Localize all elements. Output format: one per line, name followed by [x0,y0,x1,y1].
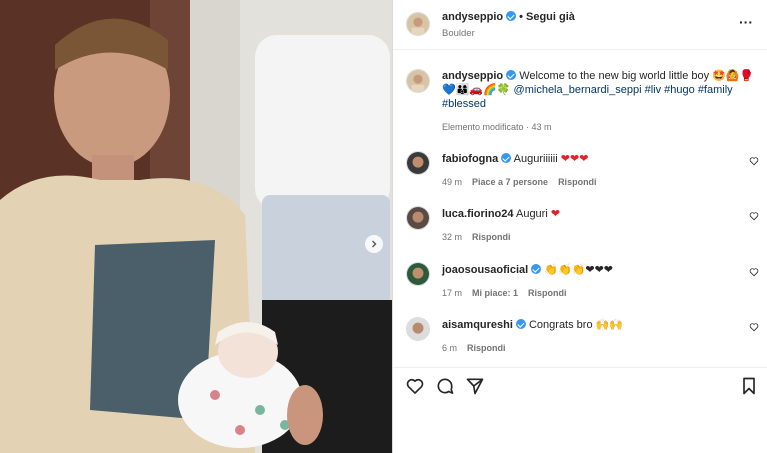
hashtag-link[interactable]: #blessed [442,98,486,110]
caption-text: Welcome to the new big world little boy [519,70,710,82]
chevron-right-icon [372,240,377,248]
comment-meta: 49 m Piace a 7 persone Rispondi [442,177,607,187]
post-actions-bar [393,367,767,453]
comment-row: fabiofogna Auguriiiiii ❤❤❤ [442,152,588,165]
verified-icon [501,153,512,163]
comment-like-heart-icon[interactable] [749,156,759,166]
comment-meta: 6 m Rispondi [442,343,516,353]
caption-avatar[interactable] [406,69,430,93]
comment-row: joaosousaoficial 👏👏👏❤❤❤ [442,263,613,276]
comment-username[interactable]: fabiofogna [442,153,498,165]
comment-time: 6 m [442,343,458,353]
comment-likes[interactable]: Mi piace: 1 [472,288,518,298]
more-options-icon[interactable]: ··· [739,14,753,30]
header-username-row: andyseppio • Segui già [442,11,575,23]
reply-button[interactable]: Rispondi [467,343,506,353]
comment-username[interactable]: aisamqureshi [442,319,513,331]
mention-link[interactable]: @michela_bernardi_seppi [514,84,642,96]
reply-button[interactable]: Rispondi [472,232,511,242]
separator-dot: • [519,11,523,23]
caption-username[interactable]: andyseppio [442,70,503,82]
photo-image [0,0,392,453]
comment-like-heart-icon[interactable] [749,211,759,221]
comment-row: aisamqureshi Congrats bro 🙌🙌 [442,318,623,331]
comment-emojis: ❤ [550,208,561,220]
heart-icon[interactable] [405,376,425,396]
comment-like-heart-icon[interactable] [749,322,759,332]
hashtag-link[interactable]: #hugo [664,84,695,96]
comment-time: 49 m [442,177,463,187]
comment-emojis: ❤❤❤ [560,153,589,165]
post-header: andyseppio • Segui già Boulder ··· [393,0,767,50]
avatar[interactable] [406,12,430,36]
comment-avatar[interactable] [406,206,430,230]
verified-icon [531,264,542,274]
comment-avatar[interactable] [406,262,430,286]
verified-icon [515,319,526,329]
bookmark-icon[interactable] [739,376,759,396]
caption-emojis: 🤩🙆🥊 [712,70,754,82]
post-photo [0,0,392,453]
comment-emojis: 🙌🙌 [595,319,624,331]
comment-avatar[interactable] [406,317,430,341]
comment-likes[interactable]: Piace a 7 persone [472,177,548,187]
post-caption: andyseppio Welcome to the new big world … [442,69,754,111]
caption-emojis-2: 💙👨‍👩‍👦🚗🌈🍀 [442,84,511,96]
comment-text: Congrats bro [528,319,593,331]
verified-icon [506,70,517,80]
post-details-panel: andyseppio • Segui già Boulder ··· andysep… [392,0,767,453]
header-username[interactable]: andyseppio [442,11,503,23]
comment-username[interactable]: joaosousaoficial [442,264,528,276]
location-link[interactable]: Boulder [442,28,475,39]
comment-row: luca.fiorino24 Auguri ❤ [442,207,560,220]
comment-text: Auguriiiiii [513,153,558,165]
send-icon[interactable] [465,376,485,396]
comment-text: Auguri [515,208,548,220]
caption-meta: Elemento modificato · 43 m [442,122,552,132]
comment-avatar[interactable] [406,151,430,175]
comment-time: 32 m [442,232,463,242]
verified-icon [506,11,517,21]
next-photo-button[interactable] [365,235,383,253]
following-button[interactable]: Segui già [526,11,575,23]
comment-emojis: 👏👏👏❤❤❤ [544,264,614,276]
reply-button[interactable]: Rispondi [558,177,597,187]
comment-time: 17 m [442,288,463,298]
hashtag-link[interactable]: #family [698,84,733,96]
comment-meta: 32 m Rispondi [442,232,521,242]
reply-button[interactable]: Rispondi [528,288,567,298]
hashtag-link[interactable]: #liv [645,84,662,96]
comment-meta: 17 m Mi piace: 1 Rispondi [442,288,577,298]
comment-username[interactable]: luca.fiorino24 [442,208,514,220]
comment-icon[interactable] [435,376,455,396]
comment-like-heart-icon[interactable] [749,267,759,277]
